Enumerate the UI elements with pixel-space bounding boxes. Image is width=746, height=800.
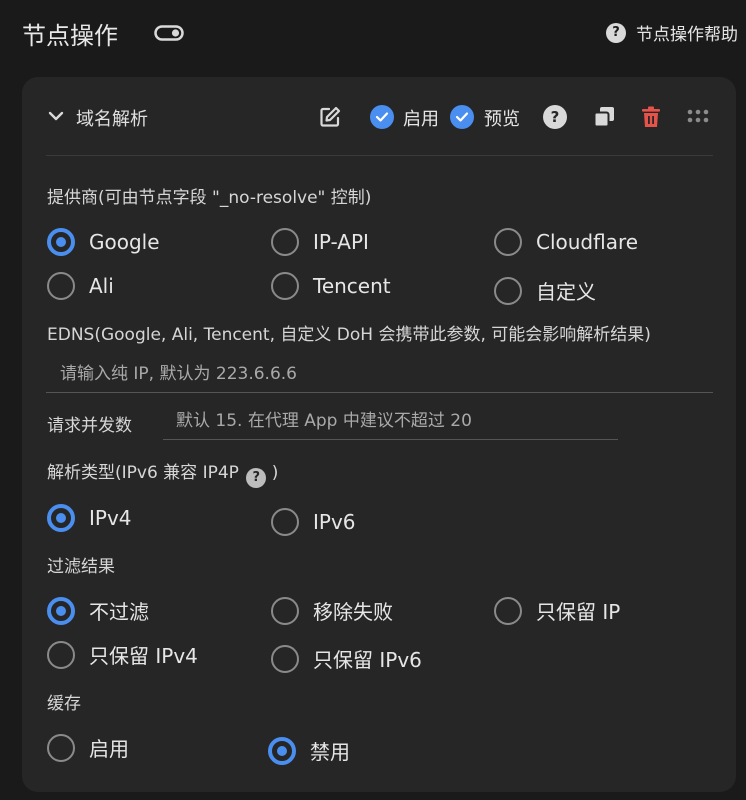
drag-handle-icon[interactable] bbox=[686, 105, 710, 129]
resolve-type-label: 解析类型(IPv6 兼容 IP4P ? ) bbox=[47, 458, 278, 488]
help-icon[interactable]: ? bbox=[543, 105, 567, 129]
radio-dot bbox=[47, 640, 75, 669]
radio-dot bbox=[47, 272, 75, 300]
top-bar: 节点操作 ? 节点操作帮助 bbox=[0, 0, 746, 66]
provider-label: 提供商(可由节点字段 "_no-resolve" 控制) bbox=[47, 188, 372, 208]
radio-label: Tencent bbox=[313, 274, 391, 298]
radio-label: 只保留 IPv6 bbox=[313, 648, 422, 672]
radio-label: Ali bbox=[89, 274, 114, 298]
radio-filter-remove-failed[interactable]: 移除失败 bbox=[271, 596, 393, 625]
page-title: 节点操作 bbox=[22, 22, 118, 50]
radio-label: 自定义 bbox=[536, 280, 596, 304]
enable-checkbox[interactable] bbox=[370, 105, 394, 129]
edit-icon[interactable] bbox=[318, 105, 342, 129]
radio-filter-none[interactable]: 不过滤 bbox=[47, 596, 149, 625]
radio-provider-ali[interactable]: Ali bbox=[47, 272, 114, 300]
copy-icon[interactable] bbox=[592, 105, 616, 129]
radio-provider-tencent[interactable]: Tencent bbox=[271, 272, 391, 300]
concurrency-input[interactable] bbox=[163, 402, 618, 440]
check-icon bbox=[455, 112, 469, 122]
radio-dot bbox=[271, 228, 299, 256]
radio-cache-disable[interactable]: 禁用 bbox=[268, 736, 350, 765]
help-label: 节点操作帮助 bbox=[636, 25, 738, 45]
edns-label: EDNS(Google, Ali, Tencent, 自定义 DoH 会携带此参… bbox=[47, 325, 651, 345]
header-divider bbox=[46, 155, 713, 156]
radio-type-ipv6[interactable]: IPv6 bbox=[271, 508, 356, 536]
resolve-type-label-suffix: ) bbox=[271, 463, 279, 483]
toggle-icon[interactable] bbox=[154, 25, 184, 41]
card-title: 域名解析 bbox=[76, 109, 148, 130]
radio-filter-ip-only[interactable]: 只保留 IP bbox=[494, 596, 620, 625]
radio-label: 不过滤 bbox=[89, 600, 149, 624]
radio-label: 禁用 bbox=[310, 740, 350, 764]
radio-provider-cloudflare[interactable]: Cloudflare bbox=[494, 228, 638, 256]
check-icon bbox=[375, 112, 389, 122]
preview-checkbox[interactable] bbox=[450, 105, 474, 129]
radio-dot bbox=[47, 228, 75, 256]
radio-provider-ipapi[interactable]: IP-API bbox=[271, 228, 369, 256]
radio-label: Google bbox=[89, 230, 160, 254]
radio-label: 启用 bbox=[89, 737, 129, 761]
dns-resolve-card: 域名解析 启用 预览 ? 提供商(可由节点字段 "_no-resolve" 控制… bbox=[22, 77, 736, 792]
help-icon: ? bbox=[606, 22, 626, 43]
radio-provider-google[interactable]: Google bbox=[47, 228, 160, 256]
radio-label: 只保留 IPv4 bbox=[89, 644, 198, 668]
radio-dot bbox=[271, 596, 299, 625]
preview-label[interactable]: 预览 bbox=[484, 105, 520, 131]
radio-label: 移除失败 bbox=[313, 600, 393, 624]
filter-label: 过滤结果 bbox=[47, 557, 115, 577]
radio-dot bbox=[268, 736, 296, 765]
radio-dot bbox=[47, 504, 75, 532]
radio-dot bbox=[494, 276, 522, 305]
radio-dot bbox=[494, 596, 522, 625]
radio-dot bbox=[271, 508, 299, 536]
radio-filter-ipv6-only[interactable]: 只保留 IPv6 bbox=[271, 644, 422, 673]
radio-label: IPv6 bbox=[313, 510, 356, 534]
radio-dot bbox=[494, 228, 522, 256]
chevron-down-icon[interactable] bbox=[46, 106, 66, 126]
radio-dot bbox=[47, 596, 75, 625]
radio-dot bbox=[47, 733, 75, 762]
edns-input[interactable] bbox=[46, 355, 713, 393]
radio-dot bbox=[271, 272, 299, 300]
card-header: 域名解析 启用 预览 ? bbox=[22, 77, 736, 155]
radio-label: 只保留 IP bbox=[536, 600, 621, 624]
help-icon[interactable]: ? bbox=[246, 467, 267, 488]
radio-cache-enable[interactable]: 启用 bbox=[47, 733, 129, 762]
delete-icon[interactable] bbox=[639, 105, 663, 129]
concurrency-label: 请求并发数 bbox=[47, 416, 132, 436]
radio-type-ipv4[interactable]: IPv4 bbox=[47, 504, 132, 532]
radio-filter-ipv4-only[interactable]: 只保留 IPv4 bbox=[47, 640, 198, 669]
radio-label: Cloudflare bbox=[536, 230, 639, 254]
help-link[interactable]: ? 节点操作帮助 bbox=[606, 20, 738, 45]
cache-label: 缓存 bbox=[47, 694, 81, 714]
radio-provider-custom[interactable]: 自定义 bbox=[494, 276, 596, 305]
enable-label[interactable]: 启用 bbox=[403, 105, 439, 131]
radio-label: IPv4 bbox=[89, 506, 132, 530]
resolve-type-label-text: 解析类型(IPv6 兼容 IP4P bbox=[47, 463, 239, 483]
radio-label: IP-API bbox=[313, 230, 369, 254]
radio-dot bbox=[271, 644, 299, 673]
